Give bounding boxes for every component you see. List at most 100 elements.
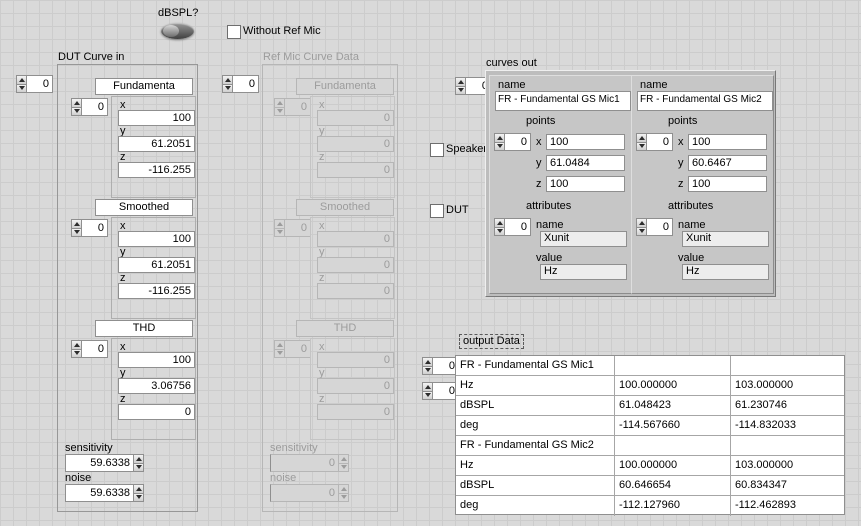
section-index[interactable]: 0 — [71, 340, 108, 358]
sensitivity-control[interactable]: 59.6338 — [65, 454, 144, 472]
decrement-button[interactable] — [274, 229, 285, 238]
table-cell[interactable]: 60.646654 — [615, 476, 731, 496]
increment-button[interactable] — [71, 219, 82, 229]
value-field[interactable]: 0 — [647, 133, 673, 151]
curve-type-field[interactable]: Fundamenta — [95, 78, 193, 95]
increment-button[interactable] — [422, 357, 433, 367]
increment-button[interactable] — [422, 382, 433, 392]
value-field[interactable]: 0 — [505, 133, 531, 151]
x-field[interactable]: 0 — [317, 352, 394, 368]
table-row-index[interactable]: 0 — [422, 357, 459, 375]
table-cell[interactable]: 100.000000 — [615, 376, 731, 396]
section-index[interactable]: 0 — [71, 219, 108, 237]
z-field[interactable]: 0 — [317, 162, 394, 178]
z-field[interactable]: 0 — [118, 404, 195, 420]
curve-type-field[interactable]: THD — [296, 320, 394, 337]
y-field[interactable]: 3.06756 — [118, 378, 195, 394]
x-field[interactable]: 100 — [546, 134, 625, 150]
value-field[interactable]: 0 — [285, 98, 311, 116]
table-cell[interactable] — [615, 436, 731, 456]
table-cell[interactable]: 61.048423 — [615, 396, 731, 416]
z-field[interactable]: 100 — [546, 176, 625, 192]
decrement-button[interactable] — [222, 85, 233, 94]
y-field[interactable]: 60.6467 — [688, 155, 767, 171]
increment-button[interactable] — [338, 454, 349, 464]
curve-name-field[interactable]: FR - Fundamental GS Mic2 — [637, 91, 773, 111]
dbspl-toggle[interactable] — [161, 23, 194, 39]
points-index[interactable]: 0 — [636, 133, 673, 151]
increment-button[interactable] — [222, 75, 233, 85]
value-field[interactable]: 59.6338 — [65, 484, 133, 502]
y-field[interactable]: 0 — [317, 257, 394, 273]
output-table[interactable]: FR - Fundamental GS Mic1 Hz 100.000000 1… — [455, 355, 845, 515]
decrement-button[interactable] — [274, 108, 285, 117]
table-cell[interactable]: 103.000000 — [731, 376, 844, 396]
decrement-button[interactable] — [133, 494, 144, 503]
table-cell[interactable]: deg — [456, 416, 615, 436]
speaker-checkbox[interactable] — [430, 143, 444, 157]
increment-button[interactable] — [133, 454, 144, 464]
table-cell[interactable]: 100.000000 — [615, 456, 731, 476]
table-cell[interactable]: -114.567660 — [615, 416, 731, 436]
z-field[interactable]: 0 — [317, 404, 394, 420]
y-field[interactable]: 0 — [317, 378, 394, 394]
increment-button[interactable] — [494, 133, 505, 143]
section-index[interactable]: 0 — [274, 98, 311, 116]
noise-control[interactable]: 59.6338 — [65, 484, 144, 502]
decrement-button[interactable] — [71, 108, 82, 117]
value-field[interactable]: 0 — [285, 340, 311, 358]
z-field[interactable]: -116.255 — [118, 283, 195, 299]
noise-control[interactable]: 0 — [270, 484, 349, 502]
increment-button[interactable] — [455, 77, 466, 87]
z-field[interactable]: 100 — [688, 176, 767, 192]
increment-button[interactable] — [133, 484, 144, 494]
z-field[interactable]: 0 — [317, 283, 394, 299]
x-field[interactable]: 100 — [118, 110, 195, 126]
section-index[interactable]: 0 — [71, 98, 108, 116]
attr-value-field[interactable]: Hz — [682, 264, 769, 280]
value-field[interactable]: 0 — [270, 454, 338, 472]
table-cell[interactable]: -114.832033 — [731, 416, 844, 436]
increment-button[interactable] — [274, 98, 285, 108]
table-cell[interactable]: dBSPL — [456, 396, 615, 416]
increment-button[interactable] — [636, 133, 647, 143]
x-field[interactable]: 0 — [317, 231, 394, 247]
table-cell[interactable] — [731, 436, 844, 456]
table-cell[interactable]: FR - Fundamental GS Mic2 — [456, 436, 615, 456]
value-field[interactable]: 0 — [82, 98, 108, 116]
y-field[interactable]: 61.0484 — [546, 155, 625, 171]
curve-type-field[interactable]: Smoothed — [95, 199, 193, 216]
decrement-button[interactable] — [636, 143, 647, 152]
table-cell[interactable]: deg — [456, 496, 615, 516]
increment-button[interactable] — [71, 340, 82, 350]
table-cell[interactable]: 103.000000 — [731, 456, 844, 476]
sensitivity-control[interactable]: 0 — [270, 454, 349, 472]
dut-checkbox[interactable] — [430, 204, 444, 218]
decrement-button[interactable] — [71, 350, 82, 359]
table-cell[interactable]: Hz — [456, 456, 615, 476]
increment-button[interactable] — [16, 75, 27, 85]
decrement-button[interactable] — [338, 494, 349, 503]
x-field[interactable]: 100 — [118, 352, 195, 368]
decrement-button[interactable] — [71, 229, 82, 238]
increment-button[interactable] — [274, 219, 285, 229]
value-field[interactable]: 0 — [647, 218, 673, 236]
decrement-button[interactable] — [494, 143, 505, 152]
curve-name-field[interactable]: FR - Fundamental GS Mic1 — [495, 91, 631, 111]
value-field[interactable]: 0 — [82, 219, 108, 237]
value-field[interactable]: 0 — [270, 484, 338, 502]
decrement-button[interactable] — [422, 392, 433, 401]
increment-button[interactable] — [71, 98, 82, 108]
decrement-button[interactable] — [133, 464, 144, 473]
table-cell[interactable]: 61.230746 — [731, 396, 844, 416]
decrement-button[interactable] — [16, 85, 27, 94]
ref-outer-index[interactable]: 0 — [222, 75, 259, 93]
decrement-button[interactable] — [494, 228, 505, 237]
curve-type-field[interactable]: Smoothed — [296, 199, 394, 216]
decrement-button[interactable] — [422, 367, 433, 376]
decrement-button[interactable] — [274, 350, 285, 359]
value-field[interactable]: 0 — [82, 340, 108, 358]
x-field[interactable]: 100 — [118, 231, 195, 247]
section-index[interactable]: 0 — [274, 219, 311, 237]
increment-button[interactable] — [338, 484, 349, 494]
